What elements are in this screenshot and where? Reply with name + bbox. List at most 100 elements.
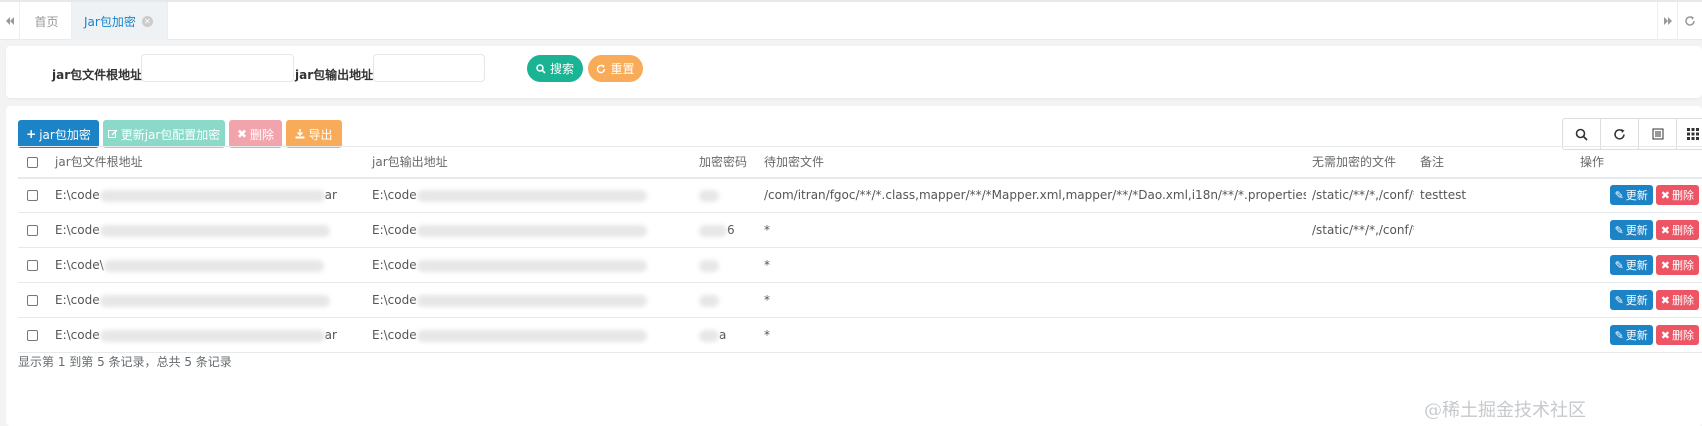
row-checkbox[interactable] bbox=[27, 295, 38, 306]
row-checkbox[interactable] bbox=[27, 190, 38, 202]
table-row: E:\code ar E:\code a * ✎ 更新 ✖ 删除 bbox=[18, 317, 1702, 353]
actions-cell: ✎ 更新 ✖ 删除 bbox=[1482, 212, 1702, 248]
row-delete-button[interactable]: ✖ 删除 bbox=[1655, 185, 1699, 206]
header-root[interactable]: jar包文件根地址 bbox=[49, 146, 366, 179]
remark-cell bbox=[1414, 212, 1482, 248]
redacted-text bbox=[99, 294, 330, 307]
output-path-input[interactable] bbox=[373, 54, 485, 82]
row-delete-label: 删除 bbox=[1672, 259, 1694, 272]
jar-encrypt-button-label: jar包加密 bbox=[39, 127, 91, 142]
actions-cell: ✎ 更新 ✖ 删除 bbox=[1482, 177, 1702, 213]
select-all-cell bbox=[18, 146, 49, 179]
row-delete-label: 删除 bbox=[1672, 189, 1694, 203]
remark-cell bbox=[1414, 317, 1482, 353]
row-delete-button[interactable]: ✖ 删除 bbox=[1655, 255, 1699, 275]
root-cell: E:\code ar bbox=[49, 177, 366, 213]
refresh-table-icon[interactable] bbox=[1601, 119, 1639, 149]
delete-button[interactable]: ✖ 删除 bbox=[229, 120, 282, 148]
row-delete-label: 删除 bbox=[1672, 224, 1694, 237]
export-button[interactable]: 导出 bbox=[286, 120, 342, 148]
tab-home-label: 首页 bbox=[34, 14, 59, 29]
output-path-text: E:\code bbox=[372, 328, 417, 342]
output-cell: E:\code bbox=[366, 317, 693, 353]
root-path-text: E:\code bbox=[55, 328, 100, 342]
redacted-text bbox=[416, 189, 647, 202]
header-files[interactable]: 待加密文件 bbox=[758, 146, 1306, 179]
times-icon: ✖ bbox=[1660, 188, 1670, 202]
times-icon: ✖ bbox=[1660, 293, 1670, 307]
root-path-text: E:\code bbox=[55, 188, 100, 203]
password-cell bbox=[693, 177, 758, 213]
reset-button[interactable]: 重置 bbox=[588, 55, 643, 82]
remark-cell bbox=[1414, 282, 1482, 318]
row-edit-button[interactable]: ✎ 更新 bbox=[1609, 220, 1653, 240]
tab-home[interactable]: 首页 bbox=[22, 2, 72, 40]
redacted-text bbox=[416, 294, 647, 307]
tab-jar-encrypt-label: Jar包加密 bbox=[84, 14, 136, 29]
row-select-cell bbox=[18, 177, 49, 213]
password-cell bbox=[693, 282, 758, 318]
row-delete-button[interactable]: ✖ 删除 bbox=[1655, 290, 1699, 310]
redacted-text bbox=[416, 224, 647, 237]
columns-icon[interactable] bbox=[1677, 119, 1702, 149]
times-icon: ✖ bbox=[236, 127, 248, 141]
exclude-cell bbox=[1306, 282, 1414, 318]
password-text: 6 bbox=[727, 223, 735, 237]
row-edit-label: 更新 bbox=[1625, 329, 1648, 342]
plus-icon: + bbox=[26, 127, 37, 141]
exclude-cell bbox=[1306, 317, 1414, 353]
redacted-text bbox=[99, 224, 330, 237]
row-select-cell bbox=[18, 317, 49, 353]
update-config-button[interactable]: 更新jar包配置加密 bbox=[103, 120, 225, 148]
header-password[interactable]: 加密密码 bbox=[693, 146, 758, 179]
row-edit-button[interactable]: ✎ 更新 bbox=[1609, 290, 1653, 310]
search-button[interactable]: 搜索 bbox=[527, 55, 583, 82]
table-row: E:\code E:\code 6 * /static/**/*,/conf/*… bbox=[18, 212, 1702, 248]
select-all-checkbox[interactable] bbox=[27, 156, 38, 168]
exclude-cell: /static/**/*,/conf/* bbox=[1306, 177, 1414, 213]
files-cell: * bbox=[758, 317, 1306, 353]
close-tab-icon[interactable]: ✕ bbox=[141, 15, 153, 27]
output-path-text: E:\code bbox=[372, 223, 417, 237]
row-delete-button[interactable]: ✖ 删除 bbox=[1655, 325, 1699, 345]
edit-icon: ✎ bbox=[1614, 328, 1624, 342]
toggle-view-icon[interactable] bbox=[1639, 119, 1677, 149]
row-delete-button[interactable]: ✖ 删除 bbox=[1655, 220, 1699, 240]
password-text: a bbox=[719, 328, 727, 342]
root-path-text: E:\code\ bbox=[55, 258, 104, 272]
row-edit-button[interactable]: ✎ 更新 bbox=[1609, 255, 1653, 275]
row-checkbox[interactable] bbox=[27, 260, 38, 271]
root-path-input[interactable] bbox=[141, 54, 294, 82]
header-actions: 操作 bbox=[1482, 146, 1702, 179]
tab-jar-encrypt[interactable]: Jar包加密 ✕ bbox=[72, 2, 168, 40]
watermark: @稀土掘金技术社区 bbox=[1424, 400, 1586, 421]
row-edit-button[interactable]: ✎ 更新 bbox=[1609, 185, 1653, 206]
jar-encrypt-button[interactable]: + jar包加密 bbox=[18, 120, 99, 148]
table-header-row: jar包文件根地址 jar包输出地址 加密密码 待加密文件 无需加密的文件 备注… bbox=[18, 146, 1702, 179]
redacted-text bbox=[99, 329, 325, 342]
table-row: E:\code\ E:\code * ✎ 更新 ✖ 删除 bbox=[18, 247, 1702, 283]
edit-icon: ✎ bbox=[1614, 293, 1624, 307]
search-toggle-icon[interactable] bbox=[1563, 119, 1601, 149]
row-edit-label: 更新 bbox=[1625, 224, 1648, 237]
root-path-label: jar包文件根地址: bbox=[52, 68, 147, 82]
output-path-text: E:\code bbox=[372, 258, 417, 272]
refresh-tab-icon[interactable] bbox=[1677, 2, 1702, 40]
output-path-text: E:\code bbox=[372, 293, 417, 307]
refresh-icon bbox=[597, 64, 606, 73]
edit-icon: ✎ bbox=[1614, 188, 1624, 202]
redacted-text bbox=[99, 189, 325, 202]
row-checkbox[interactable] bbox=[27, 225, 38, 236]
tab-scroll-left-icon[interactable] bbox=[0, 2, 20, 40]
header-exclude[interactable]: 无需加密的文件 bbox=[1306, 146, 1414, 179]
header-output[interactable]: jar包输出地址 bbox=[366, 146, 693, 179]
export-button-label: 导出 bbox=[308, 127, 333, 142]
row-edit-button[interactable]: ✎ 更新 bbox=[1609, 325, 1653, 345]
root-cell: E:\code\ bbox=[49, 247, 366, 283]
times-icon: ✖ bbox=[1660, 258, 1670, 272]
tab-scroll-right-icon[interactable] bbox=[1657, 2, 1677, 40]
output-path-label: jar包输出地址: bbox=[295, 68, 378, 82]
files-cell: * bbox=[758, 212, 1306, 248]
row-checkbox[interactable] bbox=[27, 330, 38, 341]
header-remark[interactable]: 备注 bbox=[1414, 146, 1482, 179]
